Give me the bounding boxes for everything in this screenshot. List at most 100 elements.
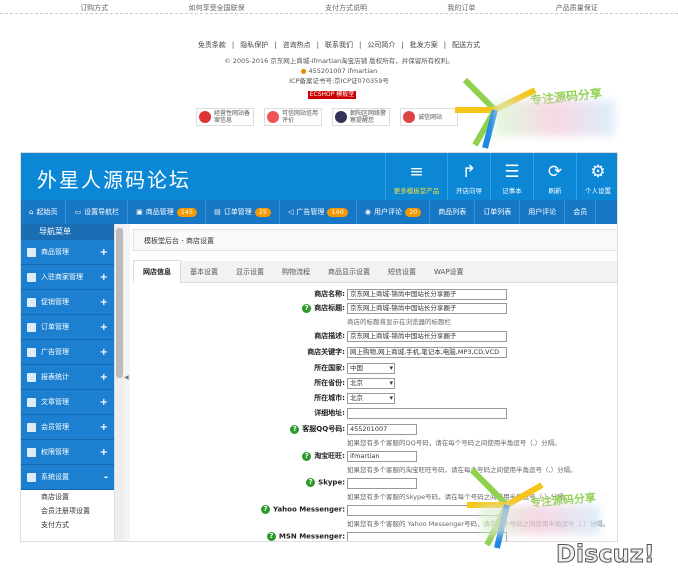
shop-name-input[interactable]: 京东网上商城-锦尚中国站长分享圈子: [347, 289, 507, 300]
help-icon[interactable]: ?: [306, 478, 316, 487]
sidebar-item[interactable]: 权限管理 +: [21, 440, 114, 465]
country-select[interactable]: 中国: [347, 363, 395, 374]
menu-item[interactable]: ⌂ 起始页: [21, 200, 67, 224]
tab-4[interactable]: 商品显示设置: [319, 261, 379, 283]
sidebar-subitem[interactable]: 支付方式: [21, 518, 114, 532]
qq-icon: ●: [300, 67, 307, 75]
sidebar-scrollbar[interactable]: [114, 224, 124, 541]
badge-icon: [267, 111, 279, 123]
menu-item[interactable]: ◁ 广告管理 140: [280, 200, 357, 224]
tab-6[interactable]: WAP设置: [425, 261, 473, 283]
qq-input[interactable]: 455201007: [347, 424, 417, 435]
footer-link[interactable]: 隐私保护: [240, 41, 268, 49]
watermark-blur: [495, 100, 615, 136]
trust-badge[interactable]: 朝阳区网络警察提醒您: [332, 108, 390, 126]
top-nav-link[interactable]: 产品质量保证: [556, 0, 598, 13]
tool-2[interactable]: ☰ 记事本: [490, 153, 533, 200]
sidebar-item-label: 会员管理: [41, 423, 69, 431]
menu-item[interactable]: ◉ 用户评论 20: [357, 200, 431, 224]
menu-item[interactable]: ▣ 商品管理 145: [128, 200, 207, 224]
help-icon[interactable]: ?: [302, 451, 312, 461]
sidebar-item[interactable]: 会员管理 +: [21, 415, 114, 440]
help-icon[interactable]: ?: [290, 424, 300, 434]
expand-icon: +: [99, 321, 108, 333]
sidebar-item[interactable]: 文章管理 +: [21, 390, 114, 415]
sidebar-item[interactable]: 促销管理 +: [21, 290, 114, 315]
expand-icon: +: [99, 271, 108, 283]
field-label: ? 客服QQ号码:: [133, 424, 345, 434]
sidebar-item[interactable]: 入驻商家管理 +: [21, 265, 114, 290]
field-hint: 商店的标题将显示在浏览器的标题栏: [347, 318, 451, 326]
footer-link[interactable]: 配送方式: [452, 41, 480, 49]
menu-item[interactable]: 用户评论: [520, 200, 566, 224]
field-label-text: 淘宝旺旺:: [314, 452, 345, 460]
wangwang-input[interactable]: ifmartian: [347, 451, 417, 462]
tool-0[interactable]: ≡ 更多模板堂产品: [385, 153, 447, 200]
help-icon[interactable]: ?: [302, 303, 312, 313]
skype-input[interactable]: [347, 478, 417, 489]
menu-icon: ◁: [288, 208, 294, 216]
footer-link[interactable]: 公司简介: [367, 41, 395, 49]
menu-icon: ≡: [409, 162, 424, 182]
ecshop-logo[interactable]: ECSHOP 模板堂: [308, 91, 356, 99]
address-input[interactable]: [347, 408, 507, 419]
help-icon[interactable]: ?: [261, 505, 271, 514]
sidebar-item-icon: [27, 322, 36, 332]
tool-1[interactable]: ↱ 开店向导: [447, 153, 490, 200]
field-label: 详细地址:: [133, 408, 345, 418]
tool-label: 开店向导: [456, 187, 482, 195]
sidebar-item[interactable]: 广告管理 +: [21, 340, 114, 365]
help-icon[interactable]: ?: [266, 532, 276, 541]
sidebar-item[interactable]: 订单管理 +: [21, 315, 114, 340]
sidebar-subitem[interactable]: 商店设置: [21, 490, 114, 504]
menu-item[interactable]: ▭ 设置导航栏: [66, 200, 129, 224]
tab-5[interactable]: 短信设置: [379, 261, 425, 283]
menu-item[interactable]: 商品列表: [430, 200, 476, 224]
footer-link[interactable]: 免责条款: [198, 41, 226, 49]
scrollbar-thumb[interactable]: [116, 228, 123, 378]
sidebar-item-label: 权限管理: [41, 448, 69, 456]
trust-badge[interactable]: 经营性网站备案信息: [196, 108, 254, 126]
tab-1[interactable]: 基本设置: [181, 261, 227, 283]
menu-icon: ◉: [364, 208, 371, 216]
province-select[interactable]: 北京: [347, 378, 395, 389]
footer-link[interactable]: 咨询热点: [283, 41, 311, 49]
tool-3[interactable]: ⟳ 刷新: [533, 153, 576, 200]
sidebar-title: 导航菜单: [21, 224, 114, 240]
footer-separator: |: [274, 41, 277, 49]
sidebar-collapse-toggle[interactable]: ◀: [124, 224, 130, 541]
field-label-text: 商店名称:: [314, 290, 345, 298]
top-nav-link[interactable]: 订购方式: [80, 0, 108, 13]
tab-3[interactable]: 购物流程: [273, 261, 319, 283]
sidebar-item[interactable]: 报表统计 +: [21, 365, 114, 390]
tab-2[interactable]: 显示设置: [227, 261, 273, 283]
menu-item[interactable]: 订单列表: [475, 200, 521, 224]
city-select[interactable]: 北京: [347, 393, 395, 404]
footer-link[interactable]: 批发方案: [410, 41, 438, 49]
field-label-text: Yahoo Messenger:: [273, 505, 345, 514]
top-nav-link[interactable]: 如何享受全国联保: [189, 0, 245, 13]
sidebar-item[interactable]: 商品管理 +: [21, 240, 114, 265]
sidebar-item[interactable]: 系统设置 -: [21, 465, 114, 490]
count-badge: 140: [327, 207, 348, 217]
sidebar-item-icon: [27, 422, 36, 432]
tool-4[interactable]: ⚙ 个人设置: [576, 153, 617, 200]
badge-label: 经营性网站备案信息: [214, 110, 251, 124]
tab-0[interactable]: 网店信息: [133, 260, 181, 283]
sidebar-item-label: 订单管理: [41, 323, 69, 331]
sidebar-item-icon: [27, 372, 36, 382]
menu-item[interactable]: 会员: [565, 200, 597, 224]
top-nav-link[interactable]: 我的订单: [447, 0, 475, 13]
sidebar-subitem[interactable]: 会员注册项设置: [21, 504, 114, 518]
menu-item[interactable]: ▤ 订单管理 25: [206, 200, 281, 224]
count-badge: 25: [254, 207, 272, 217]
trust-badge[interactable]: 可信网站信用评价: [264, 108, 322, 126]
site-brand[interactable]: 外星人源码论坛: [37, 164, 191, 193]
sidebar-item-label: 促销管理: [41, 298, 69, 306]
top-nav-link[interactable]: 支付方式说明: [325, 0, 367, 13]
shop-keywords-input[interactable]: 网上购物,网上商城,手机,笔记本,电脑,MP3,CD,VCD: [347, 347, 507, 358]
sidebar-item-label: 报表统计: [41, 373, 69, 381]
shop-desc-input[interactable]: 京东网上商城-锦尚中国站长分享圈子: [347, 331, 507, 342]
footer-link[interactable]: 联系我们: [325, 41, 353, 49]
shop-title-input[interactable]: 京东网上商城-锦尚中国站长分享圈子: [347, 303, 507, 314]
